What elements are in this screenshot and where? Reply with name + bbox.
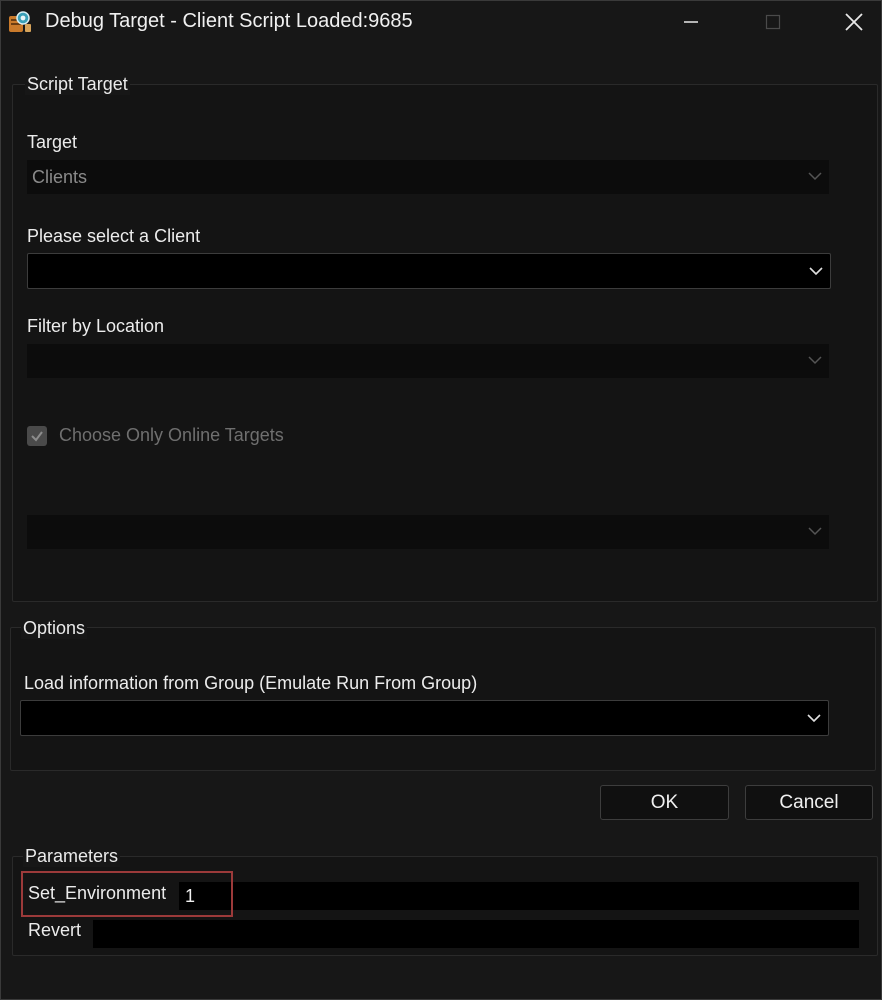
parameter-value-field[interactable]: 1 [179,882,859,910]
client-label: Please select a Client [27,226,201,246]
extra-target-select [27,515,829,549]
location-label: Filter by Location [27,316,165,336]
group-select[interactable] [20,700,829,736]
parameter-row: Revert [27,920,859,948]
online-only-checkbox[interactable] [27,426,47,446]
parameters-group-label: Parameters [23,846,121,867]
chevron-down-icon [807,714,821,723]
close-icon [845,13,863,31]
location-select [27,344,829,378]
chevron-down-icon [808,172,822,181]
options-group [10,627,876,771]
options-group-label: Options [21,618,88,639]
cancel-button[interactable]: Cancel [745,785,873,820]
title-bar: Debug Target - Client Script Loaded:9685 [1,1,881,43]
parameter-name: Revert [28,920,82,940]
client-select[interactable] [27,253,831,289]
chevron-down-icon [809,267,823,276]
group-select-label: Load information from Group (Emulate Run… [24,673,478,693]
parameter-highlight-box [21,871,233,917]
checkmark-icon [31,431,43,442]
debug-target-window: Debug Target - Client Script Loaded:9685… [0,0,882,1000]
target-label: Target [27,132,78,152]
script-target-group-label: Script Target [25,74,130,95]
minimize-icon [684,21,698,23]
window-title: Debug Target - Client Script Loaded:9685 [45,10,413,32]
maximize-button [751,1,795,43]
maximize-icon [765,14,781,30]
minimize-button[interactable] [669,1,713,43]
target-select-value: Clients [32,167,88,187]
close-button[interactable] [832,1,876,43]
online-only-label: Choose Only Online Targets [59,425,284,445]
chevron-down-icon [808,527,822,536]
parameter-value-field[interactable] [93,920,859,948]
ok-button[interactable]: OK [600,785,729,820]
script-debug-icon [9,11,31,32]
chevron-down-icon [808,356,822,365]
target-select: Clients [27,160,829,194]
